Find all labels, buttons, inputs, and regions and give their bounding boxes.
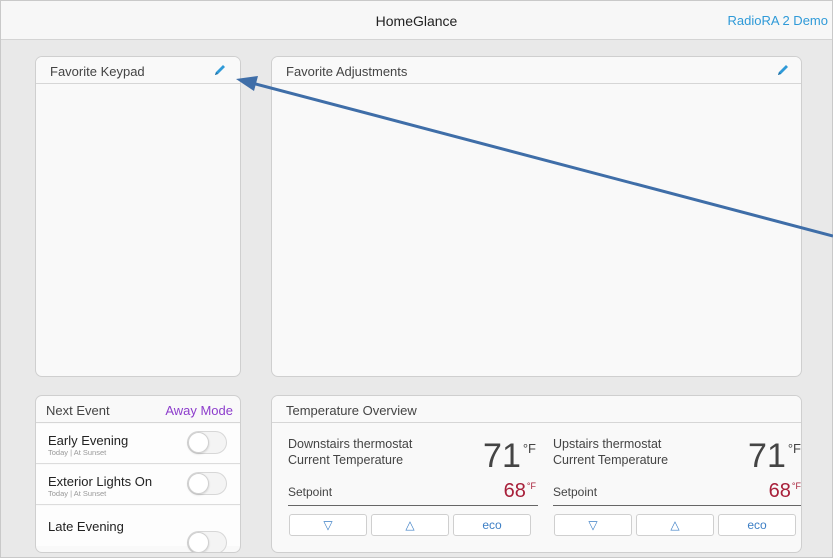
thermostat-name: Upstairs thermostat Current Temperature <box>553 436 668 468</box>
setpoint-unit: °F <box>791 481 801 491</box>
next-event-header: Next Event Away Mode <box>36 396 240 423</box>
increase-setpoint-button[interactable]: △ <box>636 514 714 536</box>
event-name: Early Evening <box>48 433 129 448</box>
decrease-setpoint-button[interactable]: ▽ <box>554 514 632 536</box>
favorite-adjustments-card: Favorite Adjustments <box>271 56 802 377</box>
pencil-icon[interactable] <box>213 63 227 77</box>
current-temperature: 71 °F <box>748 437 801 476</box>
event-row[interactable]: Early Evening Today | At Sunset <box>36 424 240 464</box>
event-name: Exterior Lights On <box>48 474 153 489</box>
decrease-setpoint-button[interactable]: ▽ <box>289 514 367 536</box>
increase-setpoint-button[interactable]: △ <box>371 514 449 536</box>
event-row[interactable]: Exterior Lights On Today | At Sunset <box>36 465 240 505</box>
event-time: Today | At Sunset <box>48 489 107 498</box>
event-toggle[interactable] <box>187 472 227 495</box>
current-temperature: 71 °F <box>483 437 536 476</box>
next-event-card: Next Event Away Mode Early Evening Today… <box>35 395 241 553</box>
favorite-keypad-title: Favorite Keypad <box>50 64 145 79</box>
setpoint-unit: °F <box>526 481 536 491</box>
toggle-knob <box>188 473 209 494</box>
event-toggle[interactable] <box>187 431 227 454</box>
thermostat-label: Current Temperature <box>553 453 669 467</box>
event-toggle[interactable] <box>187 531 227 552</box>
pencil-icon[interactable] <box>776 63 790 77</box>
favorite-adjustments-header: Favorite Adjustments <box>272 57 801 84</box>
temperature-overview-title: Temperature Overview <box>286 403 417 418</box>
app-title: HomeGlance <box>375 13 458 29</box>
eco-button[interactable]: eco <box>453 514 531 536</box>
temperature-unit: °F <box>787 441 801 456</box>
thermostat-downstairs: Downstairs thermostat Current Temperatur… <box>288 424 538 552</box>
temperature-value: 71 <box>748 437 786 475</box>
setpoint-number: 68 <box>768 480 791 502</box>
setpoint-label: Setpoint <box>553 485 598 499</box>
temperature-overview-header: Temperature Overview <box>272 396 801 423</box>
thermostat-label: Current Temperature <box>288 453 404 467</box>
top-bar: HomeGlance RadioRA 2 Demo <box>1 1 832 40</box>
temperature-unit: °F <box>522 441 536 456</box>
temperature-overview-card: Temperature Overview Downstairs thermost… <box>271 395 802 553</box>
thermostat-name-text: Upstairs thermostat <box>553 437 662 451</box>
setpoint-number: 68 <box>503 480 526 502</box>
toggle-knob <box>188 432 209 453</box>
setpoint-divider <box>553 505 801 506</box>
event-name: Late Evening <box>48 519 124 534</box>
toggle-knob <box>188 532 209 552</box>
setpoint-label: Setpoint <box>288 485 333 499</box>
setpoint-value: 68°F <box>504 480 536 503</box>
event-row[interactable]: Late Evening <box>36 506 240 552</box>
away-mode-link[interactable]: Away Mode <box>165 403 233 418</box>
event-time: Today | At Sunset <box>48 448 107 457</box>
thermostat-name-text: Downstairs thermostat <box>288 437 413 451</box>
thermostat-name: Downstairs thermostat Current Temperatur… <box>288 436 412 468</box>
demo-link[interactable]: RadioRA 2 Demo <box>728 13 828 28</box>
temperature-value: 71 <box>483 437 521 475</box>
setpoint-divider <box>288 505 538 506</box>
next-event-title: Next Event <box>46 403 110 418</box>
setpoint-value: 68°F <box>769 480 801 503</box>
favorite-keypad-card: Favorite Keypad <box>35 56 241 377</box>
thermostat-upstairs: Upstairs thermostat Current Temperature … <box>553 424 801 552</box>
favorite-adjustments-title: Favorite Adjustments <box>286 64 408 79</box>
eco-button[interactable]: eco <box>718 514 796 536</box>
favorite-keypad-header: Favorite Keypad <box>36 57 240 84</box>
